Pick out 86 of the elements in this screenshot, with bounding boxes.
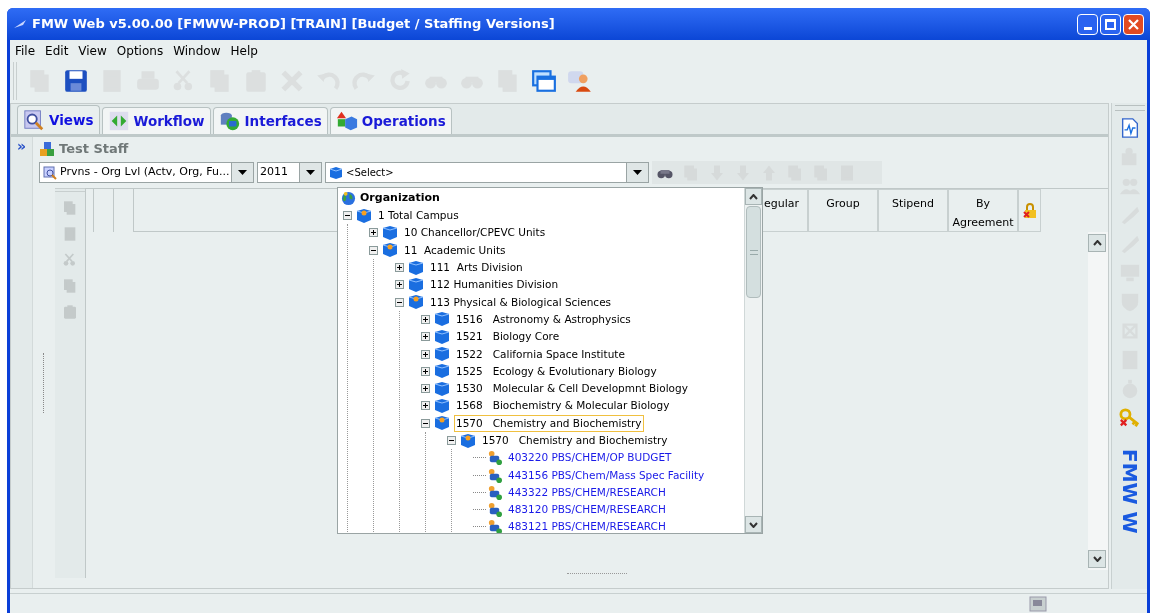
tree-item[interactable]: 1525 Ecology & Evolutionary Biology bbox=[454, 362, 659, 380]
close-icon[interactable] bbox=[1128, 18, 1139, 30]
expand-button[interactable]: » bbox=[16, 139, 26, 153]
tree-item[interactable]: 1568 Biochemistry & Molecular Biology bbox=[454, 397, 672, 415]
cube-icon bbox=[434, 346, 450, 362]
tree-item[interactable]: 10 Chancellor/CPEVC Units bbox=[402, 224, 548, 242]
tree-item[interactable]: 112 Humanities Division bbox=[428, 276, 561, 294]
globe-icon bbox=[341, 191, 356, 206]
cube-icon bbox=[434, 415, 450, 432]
window-title: FMW Web v5.00.00 [FMWW-PROD] [TRAIN] [Budget / Staffing Versions] bbox=[32, 15, 556, 34]
tree-item[interactable]: 1521 Biology Core bbox=[454, 328, 562, 346]
tree-item[interactable]: 113 Physical & Biological Sciences bbox=[428, 293, 614, 311]
column-header[interactable]: egular bbox=[761, 189, 808, 232]
magnifier-icon bbox=[43, 165, 57, 180]
tree-item[interactable]: 1522 California Space Institute bbox=[454, 345, 627, 363]
scrollbar-thumb[interactable] bbox=[746, 206, 761, 298]
windows-icon[interactable] bbox=[531, 68, 557, 94]
cube-icon bbox=[408, 294, 424, 311]
user-icon[interactable] bbox=[567, 68, 593, 94]
scroll-up-button[interactable] bbox=[1088, 234, 1106, 252]
chevron-down-icon[interactable] bbox=[749, 521, 758, 528]
scroll-down-button[interactable] bbox=[745, 516, 762, 533]
menu-item[interactable]: Help bbox=[230, 42, 258, 60]
tree-item[interactable]: 111 Arts Division bbox=[428, 259, 525, 277]
cube-icon bbox=[434, 380, 450, 397]
panel-title: Test Staff bbox=[59, 140, 129, 159]
tree-item[interactable]: 1 Total Campus bbox=[376, 207, 461, 225]
account-icon bbox=[487, 467, 502, 483]
scroll-down-button[interactable] bbox=[1088, 550, 1106, 568]
app-icon bbox=[13, 19, 27, 29]
account-icon bbox=[487, 502, 502, 518]
account-icon bbox=[487, 484, 502, 500]
tree-item[interactable]: 11 Academic Units bbox=[402, 241, 508, 259]
menu-item[interactable]: View bbox=[78, 42, 107, 60]
tree-item[interactable]: 483120 PBS/CHEM/RESEARCH bbox=[506, 501, 668, 519]
tree-item[interactable]: 1530 Molecular & Cell Developmnt Biology bbox=[454, 380, 690, 398]
menu-item[interactable]: File bbox=[15, 42, 36, 60]
chevron-down-icon[interactable] bbox=[1092, 556, 1102, 562]
tree-root-label: Organization bbox=[360, 190, 440, 207]
column-header[interactable]: Group bbox=[808, 189, 878, 232]
clipboard-icon[interactable] bbox=[62, 304, 78, 320]
tab[interactable]: Interfaces bbox=[212, 107, 328, 134]
tree-item[interactable]: 483121 PBS/CHEM/RESEARCH bbox=[506, 518, 668, 533]
organization-dropdown[interactable]: <Select> bbox=[325, 162, 649, 183]
view-dropdown[interactable]: Prvns - Org Lvl (Actv, Org, Fu... bbox=[39, 162, 254, 183]
tab-icon bbox=[335, 110, 358, 132]
menu-item[interactable]: Edit bbox=[45, 42, 69, 60]
minimize-button[interactable] bbox=[1077, 13, 1098, 35]
tree-item[interactable]: 443156 PBS/Chem/Mass Spec Facility bbox=[506, 466, 707, 484]
chevron-up-icon[interactable] bbox=[749, 193, 758, 200]
cube-icon bbox=[329, 165, 343, 180]
account-icon bbox=[487, 450, 502, 466]
close-button[interactable] bbox=[1123, 13, 1144, 35]
cube-icon bbox=[408, 259, 424, 276]
year-dropdown[interactable]: 2011 bbox=[257, 162, 322, 183]
cube-icon bbox=[382, 224, 398, 241]
vertical-app-label: FMW W bbox=[1116, 449, 1143, 534]
cube-icon bbox=[434, 363, 450, 380]
tab-icon bbox=[107, 110, 130, 132]
cube-icon bbox=[434, 311, 450, 328]
cube-icon bbox=[408, 276, 424, 293]
column-header[interactable]: Stipend bbox=[878, 189, 948, 232]
tab-icon bbox=[23, 109, 45, 131]
tree-item[interactable]: 1516 Astronomy & Astrophysics bbox=[454, 310, 633, 328]
tab[interactable]: Workflow bbox=[101, 107, 211, 134]
scroll-up-button[interactable] bbox=[745, 188, 762, 205]
column-header[interactable]: By Agreement bbox=[948, 189, 1018, 232]
tree-item[interactable]: 1570 Chemistry and Biochemistry bbox=[480, 432, 670, 449]
chevron-up-icon[interactable] bbox=[1092, 240, 1102, 246]
cube-icon bbox=[382, 242, 398, 259]
cube-icon bbox=[356, 207, 372, 224]
tab[interactable]: Operations bbox=[329, 107, 452, 134]
tab[interactable]: Views bbox=[17, 105, 100, 134]
tree-item[interactable]: 443322 PBS/CHEM/RESEARCH bbox=[506, 483, 668, 501]
tree-item[interactable]: 1570 Chemistry and Biochemistry bbox=[454, 414, 644, 432]
menu-item[interactable]: Options bbox=[116, 42, 164, 60]
cubes-icon bbox=[39, 141, 55, 157]
tree-item[interactable]: 403220 PBS/CHEM/OP BUDGET bbox=[506, 449, 674, 467]
cube-icon bbox=[460, 432, 476, 449]
maximize-button[interactable] bbox=[1100, 13, 1121, 35]
cube-icon bbox=[434, 397, 450, 414]
cube-icon bbox=[434, 328, 450, 345]
tab-icon bbox=[218, 110, 241, 132]
account-icon bbox=[487, 519, 502, 533]
menu-item[interactable]: Window bbox=[173, 42, 221, 60]
key-icon[interactable] bbox=[1118, 407, 1141, 429]
